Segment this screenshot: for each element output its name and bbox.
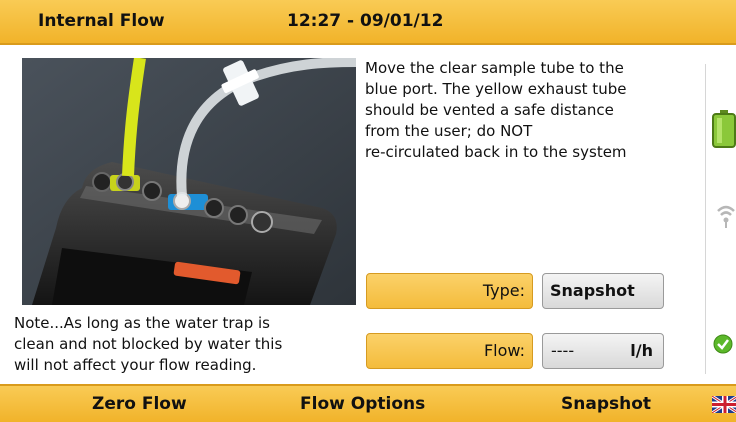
flow-unit: l/h xyxy=(630,341,653,360)
flow-reading: ---- xyxy=(551,341,575,360)
flow-options-softkey[interactable]: Flow Options xyxy=(300,394,425,414)
analyser-photo xyxy=(22,58,356,305)
softkey-bar: Zero Flow Flow Options Snapshot xyxy=(0,384,736,422)
uk-flag-icon[interactable] xyxy=(712,396,736,413)
check-circle-icon xyxy=(713,334,733,358)
flow-value-display: ---- l/h xyxy=(542,333,664,369)
header-bar: Internal Flow 12:27 - 09/01/12 xyxy=(0,0,736,45)
wireless-signal-icon xyxy=(716,203,736,233)
instruction-text: Move the clear sample tube to the blue p… xyxy=(365,59,627,161)
screen-title: Internal Flow xyxy=(38,11,165,31)
note-text: Note...As long as the water trap is clea… xyxy=(14,314,283,374)
flow-label: Flow: xyxy=(366,333,533,369)
clock-date: 12:27 - 09/01/12 xyxy=(287,11,444,31)
battery-full-icon xyxy=(712,110,736,152)
status-divider xyxy=(705,64,706,374)
analyser-image xyxy=(22,58,356,305)
zero-flow-softkey[interactable]: Zero Flow xyxy=(92,394,187,414)
snapshot-softkey[interactable]: Snapshot xyxy=(561,394,651,414)
type-value-button[interactable]: Snapshot xyxy=(542,273,664,309)
type-label: Type: xyxy=(366,273,533,309)
